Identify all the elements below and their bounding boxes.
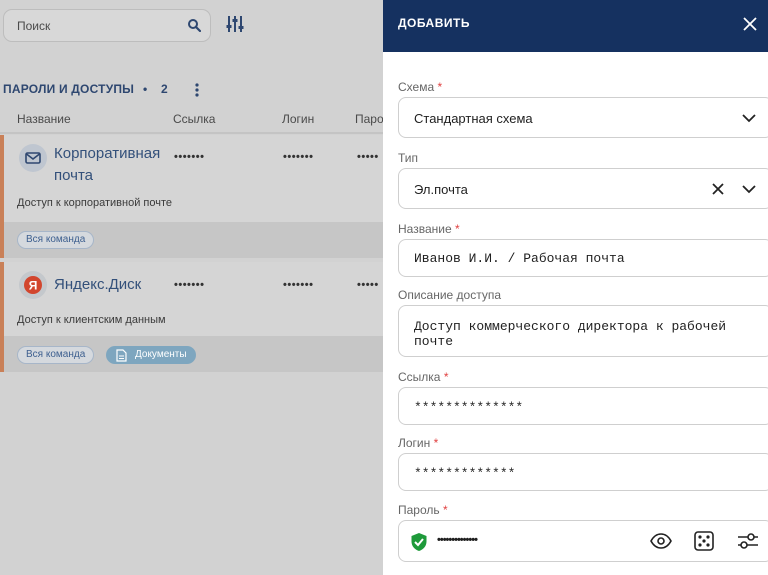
description-value-line2: почте <box>414 334 454 349</box>
password-input[interactable]: •••••••••••••• <box>398 520 768 562</box>
column-header-password[interactable]: Паро <box>355 112 384 126</box>
drawer-header: ДОБАВИТЬ <box>383 0 768 52</box>
entry-name[interactable]: Корпоративная <box>54 143 160 165</box>
link-input[interactable]: ************** <box>398 387 768 425</box>
scheme-select[interactable]: Стандартная схема <box>398 97 768 138</box>
tag-documents[interactable]: Документы <box>106 346 196 364</box>
entry-description: Доступ к клиентским данным <box>17 314 166 326</box>
name-input[interactable]: Иванов И.И. / Рабочая почта <box>398 239 768 277</box>
section-separator: • <box>143 82 148 96</box>
entry-avatar: Я <box>19 271 47 299</box>
close-icon[interactable] <box>742 16 758 32</box>
dice-generate-icon[interactable] <box>694 531 714 551</box>
shield-check-icon <box>411 533 427 551</box>
entry-tags-bar: Вся команда Документы <box>4 336 383 372</box>
scheme-value: Стандартная схема <box>414 111 533 126</box>
name-value: Иванов И.И. / Рабочая почта <box>414 251 625 266</box>
name-label: Название * <box>398 222 460 236</box>
entry-login-masked: ••••••• <box>283 151 314 163</box>
section-title: ПАРОЛИ И ДОСТУПЫ <box>3 82 135 96</box>
header-divider <box>0 132 383 134</box>
login-value: ************* <box>414 466 516 481</box>
link-label: Ссылка * <box>398 370 449 384</box>
password-label: Пароль * <box>398 503 448 517</box>
entry-password-masked: ••••• <box>357 279 379 291</box>
column-header-name[interactable]: Название <box>17 112 71 126</box>
entry-login-masked: ••••••• <box>283 279 314 291</box>
entry-password-masked: ••••• <box>357 151 379 163</box>
section-menu-icon[interactable] <box>190 82 204 98</box>
eye-icon[interactable] <box>650 533 672 549</box>
type-select[interactable]: Эл.почта <box>398 168 768 209</box>
search-input[interactable]: Поиск <box>3 9 211 42</box>
type-value: Эл.почта <box>414 182 468 197</box>
description-textarea[interactable]: Доступ коммерческого директора к рабочей… <box>398 305 768 357</box>
type-label: Тип <box>398 151 419 165</box>
add-entry-drawer: ДОБАВИТЬ Схема * Стандартная схема Тип Э… <box>383 0 768 575</box>
description-value-line1: Доступ коммерческого директора к рабочей <box>414 319 727 334</box>
generator-settings-icon[interactable] <box>737 532 759 550</box>
entry-avatar <box>19 144 47 172</box>
entry-link-masked: ••••••• <box>174 151 205 163</box>
tag-label: Документы <box>135 349 187 360</box>
svg-text:Я: Я <box>29 279 38 293</box>
link-value: ************** <box>414 400 524 415</box>
tag-whole-team[interactable]: Вся команда <box>17 346 95 364</box>
entry-card-corporate-mail[interactable]: Корпоративная почта ••••••• ••••••• ••••… <box>0 135 383 258</box>
entry-description: Доступ к корпоративной почте <box>17 197 172 209</box>
drawer-title: ДОБАВИТЬ <box>398 16 470 30</box>
entry-link-masked: ••••••• <box>174 279 205 291</box>
document-icon <box>116 349 127 362</box>
login-label: Логин * <box>398 436 439 450</box>
clear-icon[interactable] <box>711 182 725 196</box>
search-icon[interactable] <box>187 18 201 32</box>
filter-settings-icon[interactable] <box>226 15 244 33</box>
scheme-label: Схема * <box>398 80 443 94</box>
passwords-list-panel: Поиск ПАРОЛИ И ДОСТУПЫ • 2 Название Ссыл… <box>0 0 384 575</box>
entry-tags-bar: Вся команда <box>4 222 383 258</box>
chevron-down-icon[interactable] <box>742 184 756 194</box>
description-label: Описание доступа <box>398 288 502 302</box>
tag-whole-team[interactable]: Вся команда <box>17 231 95 249</box>
column-header-login[interactable]: Логин <box>282 112 314 126</box>
column-header-link[interactable]: Ссылка <box>173 112 215 126</box>
search-placeholder: Поиск <box>17 19 51 33</box>
mail-icon <box>25 152 41 164</box>
section-count: 2 <box>161 82 168 96</box>
login-input[interactable]: ************* <box>398 453 768 491</box>
entry-card-yandex-disk[interactable]: Я Яндекс.Диск ••••••• ••••••• ••••• Дост… <box>0 262 383 372</box>
entry-name-line2[interactable]: почта <box>54 165 93 187</box>
password-value: •••••••••••••• <box>437 534 478 546</box>
chevron-down-icon[interactable] <box>742 113 756 123</box>
yandex-icon: Я <box>24 276 42 294</box>
entry-name[interactable]: Яндекс.Диск <box>54 274 141 296</box>
